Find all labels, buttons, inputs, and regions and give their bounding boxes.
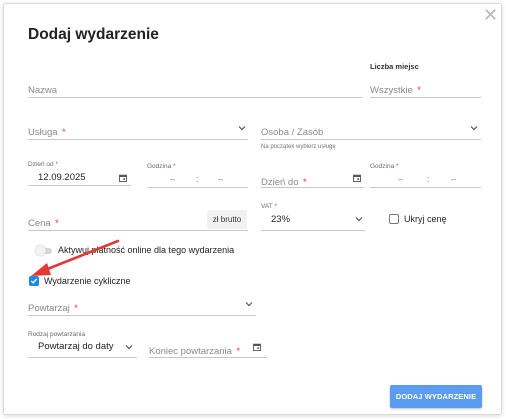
service-placeholder: Usługa bbox=[28, 127, 58, 138]
vat-value[interactable]: 23% bbox=[271, 214, 290, 225]
seats-required-mark: * bbox=[417, 85, 421, 96]
chevron-down-icon[interactable] bbox=[125, 344, 133, 350]
close-icon[interactable]: ✕ bbox=[483, 5, 498, 25]
online-payment-toggle-knob[interactable] bbox=[35, 245, 46, 256]
repeat-placeholder: Powtarzaj bbox=[28, 303, 70, 314]
person-hint: Na początek wybierz usługę bbox=[261, 144, 336, 150]
hide-price-label: Ukryj cenę bbox=[404, 214, 447, 224]
repeat-end-underline bbox=[149, 357, 267, 358]
time-from-separator: : bbox=[196, 174, 199, 184]
repeat-type-label: Rodzaj powtarzania bbox=[28, 331, 86, 338]
date-from-label: Dzień od * bbox=[28, 161, 58, 168]
repeat-type-value[interactable]: Powtarzaj do daty bbox=[38, 341, 114, 352]
gross-price-button[interactable]: zł brutto bbox=[207, 210, 247, 229]
time-to-minutes[interactable]: – bbox=[451, 174, 456, 184]
date-to-underline bbox=[261, 187, 364, 188]
price-required-mark: * bbox=[55, 218, 59, 229]
date-from-underline bbox=[28, 185, 131, 186]
vat-label: VAT * bbox=[261, 203, 277, 210]
price-field[interactable]: Cena * bbox=[28, 213, 59, 231]
add-event-dialog: ✕ Dodaj wydarzenie Nazwa Liczba miejsc W… bbox=[3, 3, 502, 415]
service-select[interactable]: Usługa * bbox=[28, 122, 66, 140]
chevron-down-icon[interactable] bbox=[245, 301, 253, 307]
repeat-select[interactable]: Powtarzaj * bbox=[28, 298, 78, 316]
seats-underline bbox=[370, 97, 481, 98]
repeat-end-required-mark: * bbox=[236, 346, 241, 357]
seats-heading: Liczba miejsc bbox=[370, 62, 419, 71]
chevron-down-icon[interactable] bbox=[470, 125, 478, 131]
service-underline bbox=[28, 139, 248, 140]
check-icon bbox=[30, 278, 38, 284]
calendar-icon[interactable] bbox=[353, 174, 361, 182]
time-to-hours[interactable]: – bbox=[398, 174, 403, 184]
time-to-separator: : bbox=[427, 174, 430, 184]
chevron-down-icon[interactable] bbox=[355, 216, 363, 222]
price-underline bbox=[28, 230, 248, 231]
price-placeholder: Cena bbox=[28, 218, 51, 229]
recurring-label: Wydarzenie cykliczne bbox=[44, 276, 131, 286]
repeat-end-placeholder: Koniec powtarzania bbox=[149, 346, 232, 357]
service-required-mark: * bbox=[62, 127, 66, 138]
hide-price-checkbox[interactable] bbox=[389, 214, 399, 224]
time-from-label: Godzina * bbox=[147, 163, 176, 170]
seats-field[interactable]: Wszystkie * bbox=[370, 80, 421, 98]
name-placeholder: Nazwa bbox=[28, 85, 58, 96]
person-placeholder: Osoba / Zasób bbox=[261, 127, 324, 138]
date-from-value[interactable]: 12.09.2025 bbox=[38, 172, 86, 183]
calendar-icon[interactable] bbox=[253, 343, 261, 351]
name-underline bbox=[28, 97, 362, 98]
recurring-checkbox[interactable] bbox=[29, 276, 39, 286]
calendar-icon[interactable] bbox=[119, 174, 127, 182]
add-event-button[interactable]: DODAJ WYDARZENIE bbox=[390, 385, 482, 408]
repeat-required-mark: * bbox=[74, 303, 78, 314]
chevron-down-icon[interactable] bbox=[238, 125, 246, 131]
time-from-minutes[interactable]: – bbox=[218, 174, 223, 184]
online-payment-label: Aktywuj płatność online dla tego wydarze… bbox=[58, 245, 235, 255]
vat-underline bbox=[261, 230, 365, 231]
repeat-type-underline bbox=[28, 357, 137, 358]
time-to-label: Godzina * bbox=[370, 163, 399, 170]
dialog-title: Dodaj wydarzenie bbox=[28, 26, 159, 43]
seats-placeholder: Wszystkie bbox=[370, 85, 413, 96]
name-field[interactable]: Nazwa bbox=[28, 80, 57, 98]
time-from-underline bbox=[147, 187, 248, 188]
time-from-hours[interactable]: – bbox=[170, 174, 175, 184]
time-to-underline bbox=[370, 187, 481, 188]
repeat-underline bbox=[28, 315, 256, 316]
person-select[interactable]: Osoba / Zasób bbox=[261, 122, 323, 140]
person-underline bbox=[261, 139, 481, 140]
